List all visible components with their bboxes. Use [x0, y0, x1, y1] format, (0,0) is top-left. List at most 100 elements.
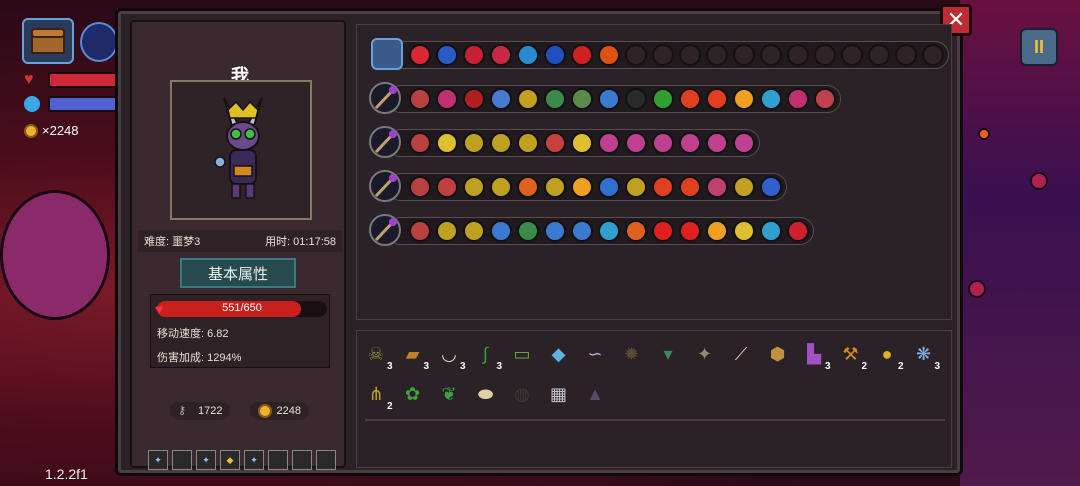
- collected-item-icon[interactable]: ◍: [509, 381, 535, 407]
- collected-item-icon[interactable]: ✿: [400, 381, 426, 407]
- skill-slot[interactable]: [733, 176, 755, 198]
- skill-slot[interactable]: [733, 88, 755, 110]
- skill-slot[interactable]: [679, 176, 701, 198]
- skill-slot[interactable]: [544, 132, 566, 154]
- skill-slot[interactable]: [571, 88, 593, 110]
- collected-item-icon[interactable]: ▾: [655, 341, 681, 367]
- skill-slot[interactable]: [733, 220, 755, 242]
- skill-slot[interactable]: [652, 220, 674, 242]
- skill-slot[interactable]: [517, 176, 539, 198]
- skill-slot[interactable]: [625, 176, 647, 198]
- skill-slot[interactable]: [598, 88, 620, 110]
- skill-slot[interactable]: [706, 88, 728, 110]
- skill-slot[interactable]: [598, 176, 620, 198]
- skill-slot[interactable]: [490, 44, 512, 66]
- chest-icon[interactable]: [22, 18, 74, 64]
- collected-item-icon[interactable]: ✦: [692, 341, 718, 367]
- collected-item-icon[interactable]: ⬢: [765, 341, 791, 367]
- skill-slot[interactable]: [598, 132, 620, 154]
- collected-item-icon[interactable]: ▰: [400, 341, 426, 367]
- skill-slot[interactable]: [787, 220, 809, 242]
- weapon-staff-icon[interactable]: [369, 214, 401, 246]
- skill-slot[interactable]: [544, 88, 566, 110]
- skill-slot[interactable]: [760, 88, 782, 110]
- skill-slot[interactable]: [679, 132, 701, 154]
- skill-slot[interactable]: [571, 44, 593, 66]
- skill-slot[interactable]: [463, 44, 485, 66]
- skill-slot[interactable]: [598, 220, 620, 242]
- pause-button[interactable]: II: [1020, 28, 1058, 66]
- skill-slot[interactable]: [625, 132, 647, 154]
- collected-item-icon[interactable]: ⟋: [728, 341, 754, 367]
- skill-slot[interactable]: [652, 88, 674, 110]
- skill-slot[interactable]: [463, 88, 485, 110]
- skill-slot[interactable]: [436, 88, 458, 110]
- skill-slot[interactable]: [409, 88, 431, 110]
- skill-slot[interactable]: [598, 44, 620, 66]
- collected-item-icon[interactable]: ☠: [363, 341, 389, 367]
- skill-slot[interactable]: [706, 132, 728, 154]
- skill-slot[interactable]: [409, 44, 431, 66]
- collected-item-icon[interactable]: ▭: [509, 341, 535, 367]
- collected-item-icon[interactable]: ⋔: [363, 381, 389, 407]
- skill-slot[interactable]: [652, 176, 674, 198]
- skill-slot[interactable]: [517, 132, 539, 154]
- quick-slot[interactable]: [268, 450, 288, 470]
- collected-item-icon[interactable]: ⚒: [838, 341, 864, 367]
- skill-slot[interactable]: [679, 220, 701, 242]
- skill-slot[interactable]: [517, 220, 539, 242]
- quick-slot[interactable]: ✦: [148, 450, 168, 470]
- quick-slot[interactable]: ✦: [196, 450, 216, 470]
- skill-slot[interactable]: [409, 176, 431, 198]
- chest-icon[interactable]: [371, 38, 403, 70]
- quick-slot[interactable]: ✦: [244, 450, 264, 470]
- skill-slot[interactable]: [571, 132, 593, 154]
- skill-slot[interactable]: [625, 220, 647, 242]
- skill-slot[interactable]: [544, 44, 566, 66]
- skill-slot[interactable]: [760, 220, 782, 242]
- weapon-staff-icon[interactable]: [369, 82, 401, 114]
- weapon-icon[interactable]: [80, 22, 118, 62]
- skill-slot[interactable]: [436, 44, 458, 66]
- collected-item-icon[interactable]: ∽: [582, 341, 608, 367]
- skill-slot[interactable]: [490, 176, 512, 198]
- skill-slot[interactable]: [679, 88, 701, 110]
- collected-item-icon[interactable]: ✹: [619, 341, 645, 367]
- skill-slot[interactable]: [544, 176, 566, 198]
- skill-slot[interactable]: [814, 88, 836, 110]
- weapon-staff-icon[interactable]: [369, 126, 401, 158]
- skill-slot[interactable]: [733, 132, 755, 154]
- collected-item-icon[interactable]: ❦: [436, 381, 462, 407]
- skill-slot[interactable]: [760, 176, 782, 198]
- skill-slot[interactable]: [436, 132, 458, 154]
- basic-attributes-button[interactable]: 基本属性: [180, 258, 296, 288]
- skill-slot[interactable]: [787, 88, 809, 110]
- quick-slot[interactable]: ◆: [220, 450, 240, 470]
- skill-slot[interactable]: [490, 220, 512, 242]
- skill-slot[interactable]: [436, 220, 458, 242]
- skill-slot[interactable]: [571, 220, 593, 242]
- collected-item-icon[interactable]: ▙: [801, 341, 827, 367]
- collected-item-icon[interactable]: ⬬: [473, 381, 499, 407]
- skill-slot[interactable]: [436, 176, 458, 198]
- collected-item-icon[interactable]: ◡: [436, 341, 462, 367]
- skill-slot[interactable]: [544, 220, 566, 242]
- collected-item-icon[interactable]: ●: [874, 341, 900, 367]
- skill-slot[interactable]: [625, 88, 647, 110]
- skill-slot[interactable]: [463, 132, 485, 154]
- quick-slot[interactable]: [316, 450, 336, 470]
- skill-slot[interactable]: [490, 132, 512, 154]
- collected-item-icon[interactable]: ▲: [582, 381, 608, 407]
- skill-slot[interactable]: [706, 176, 728, 198]
- skill-slot[interactable]: [409, 132, 431, 154]
- skill-slot[interactable]: [517, 44, 539, 66]
- skill-slot[interactable]: [517, 88, 539, 110]
- skill-slot[interactable]: [490, 88, 512, 110]
- skill-slot[interactable]: [463, 220, 485, 242]
- quick-slot[interactable]: [292, 450, 312, 470]
- skill-slot[interactable]: [463, 176, 485, 198]
- skill-slot[interactable]: [706, 220, 728, 242]
- skill-slot[interactable]: [652, 132, 674, 154]
- collected-item-icon[interactable]: ◆: [546, 341, 572, 367]
- skill-slot[interactable]: [571, 176, 593, 198]
